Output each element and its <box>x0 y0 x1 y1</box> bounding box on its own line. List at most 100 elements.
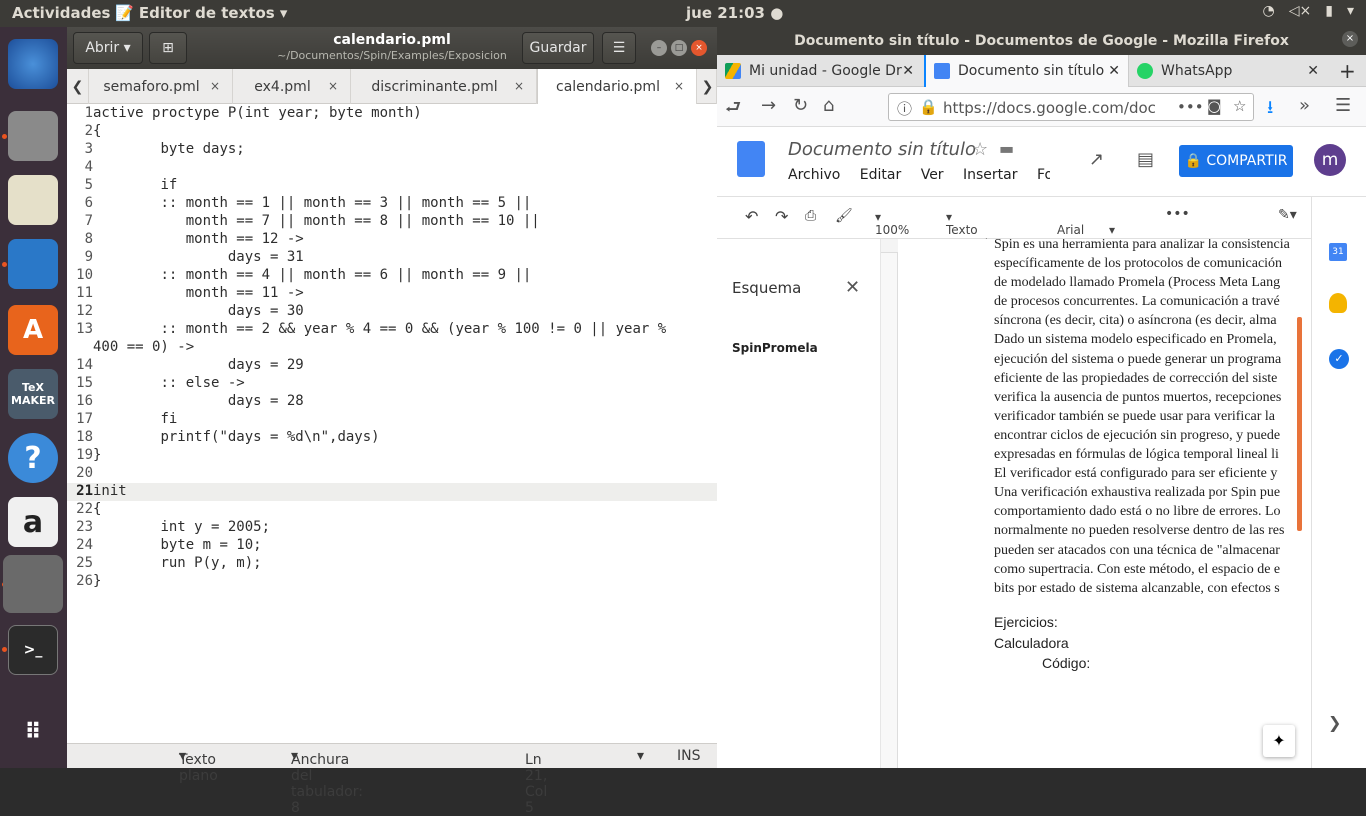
hamburger-menu-icon[interactable]: ☰ <box>602 32 636 64</box>
tab-calendario[interactable]: calendario.pml × <box>537 69 697 104</box>
menu-formato[interactable]: Formato <box>1037 167 1050 183</box>
code-line[interactable]: 1 active proctype P(int year; byte month) <box>67 105 717 123</box>
tab-google-docs[interactable]: Documento sin título ✕ <box>924 55 1129 87</box>
menu-insertar[interactable]: Insertar <box>963 167 1018 183</box>
more-tools-icon[interactable]: ••• <box>1165 206 1190 222</box>
editing-mode-icon[interactable]: ✎▾ <box>1278 207 1297 223</box>
save-button[interactable]: Guardar <box>522 32 594 64</box>
close-icon[interactable]: × <box>691 40 707 56</box>
tabs-scroll-right-icon[interactable]: ❯ <box>699 69 717 104</box>
volume-icon[interactable]: ◁× <box>1289 3 1312 19</box>
tab-close-icon[interactable]: ✕ <box>1108 63 1120 79</box>
code-line[interactable]: 3 byte days; <box>67 141 717 159</box>
tab-close-icon[interactable]: × <box>328 79 338 93</box>
code-line[interactable]: 11 month == 11 -> <box>67 285 717 303</box>
undo-icon[interactable]: ↶ <box>745 207 758 226</box>
explore-icon[interactable]: ✦ <box>1263 725 1295 757</box>
activity-icon[interactable]: ↗ <box>1089 149 1104 170</box>
back-icon[interactable]: ⮐ <box>725 95 741 125</box>
paint-format-icon[interactable]: 🖌 <box>835 208 853 224</box>
heading-ejercicios[interactable]: Ejercicios: <box>994 614 1058 630</box>
cursor-menu-icon[interactable]: ▾ <box>637 748 644 764</box>
code-line[interactable]: 23 int y = 2005; <box>67 519 717 537</box>
rhythmbox-icon[interactable] <box>8 175 58 225</box>
gedit-icon[interactable] <box>3 555 63 613</box>
code-line[interactable]: 25 run P(y, m); <box>67 555 717 573</box>
code-line[interactable]: 400 == 0) -> <box>67 339 717 357</box>
apps-grid-icon[interactable]: ⠿ <box>8 707 58 757</box>
calendar-icon[interactable]: 31 <box>1329 243 1347 261</box>
reload-icon[interactable]: ↻ <box>793 95 808 116</box>
files-icon[interactable] <box>8 111 58 161</box>
document-page[interactable]: Spin es una herramienta para analizar la… <box>898 239 1298 768</box>
code-line[interactable]: 21 init <box>67 483 717 501</box>
code-line[interactable]: 12 days = 30 <box>67 303 717 321</box>
info-icon[interactable]: ⓘ <box>897 98 912 119</box>
tab-close-icon[interactable]: × <box>674 79 684 93</box>
close-outline-icon[interactable]: ✕ <box>845 277 860 298</box>
folder-icon[interactable]: ▬ <box>999 139 1014 158</box>
share-button[interactable]: 🔒 COMPARTIR <box>1179 145 1293 177</box>
maximize-icon[interactable]: □ <box>671 40 687 56</box>
tasks-icon[interactable]: ✓ <box>1329 349 1349 369</box>
page-scrollbar[interactable] <box>1297 317 1302 531</box>
wifi-icon[interactable]: ◔ <box>1263 3 1275 19</box>
code-line[interactable]: 16 days = 28 <box>67 393 717 411</box>
settings-menu-icon[interactable]: ▾ <box>1347 3 1354 19</box>
star-icon[interactable]: ☆ <box>972 139 988 160</box>
print-icon[interactable]: ⎙ <box>805 208 816 224</box>
page-actions-icon[interactable]: ••• <box>1177 98 1204 116</box>
tab-close-icon[interactable]: ✕ <box>902 63 914 79</box>
close-icon[interactable]: × <box>1342 31 1358 47</box>
code-line[interactable]: 17 fi <box>67 411 717 429</box>
code-line[interactable]: 19} <box>67 447 717 465</box>
url-bar[interactable]: ⓘ 🔒 https://docs.google.com/doc ••• ◙ ☆ <box>888 93 1254 121</box>
style-select[interactable]: Texto normal ▾ <box>946 210 988 251</box>
heading-codigo[interactable]: Código: <box>1042 655 1090 671</box>
writer-icon[interactable] <box>8 239 58 289</box>
open-button[interactable]: Abrir ▾ <box>73 32 143 64</box>
code-line[interactable]: 14 days = 29 <box>67 357 717 375</box>
system-tray[interactable]: ◔ ◁× ▮ ▾ <box>1263 3 1354 19</box>
menu-archivo[interactable]: Archivo <box>788 167 840 183</box>
thunderbird-icon[interactable] <box>8 39 58 89</box>
code-line[interactable]: 22{ <box>67 501 717 519</box>
tab-whatsapp[interactable]: WhatsApp ✕ <box>1129 55 1327 87</box>
collapse-panel-icon[interactable]: ❯ <box>1328 713 1341 732</box>
code-line[interactable]: 5 if <box>67 177 717 195</box>
code-line[interactable]: 9 days = 31 <box>67 249 717 267</box>
pocket-icon[interactable]: ◙ <box>1207 97 1222 115</box>
minimize-icon[interactable]: – <box>651 40 667 56</box>
software-icon[interactable]: A <box>8 305 58 355</box>
tab-close-icon[interactable]: × <box>210 79 220 93</box>
code-line[interactable]: 2{ <box>67 123 717 141</box>
code-line[interactable]: 18 printf("days = %d\n",days) <box>67 429 717 447</box>
tab-width-selector[interactable]: Anchura del tabulador: 8 ▾ <box>291 748 363 816</box>
bookmark-star-icon[interactable]: ☆ <box>1233 97 1246 115</box>
code-line[interactable]: 10 :: month == 4 || month == 6 || month … <box>67 267 717 285</box>
new-tab-icon[interactable]: ⊞ <box>149 32 187 64</box>
tab-close-icon[interactable]: ✕ <box>1307 63 1319 79</box>
menu-icon[interactable]: ☰ <box>1335 95 1351 116</box>
insert-mode[interactable]: INS <box>677 748 701 764</box>
language-selector[interactable]: Texto plano ▾ <box>179 748 218 784</box>
texmaker-icon[interactable]: TeX MAKER <box>8 369 58 419</box>
code-line[interactable]: 15 :: else -> <box>67 375 717 393</box>
docs-logo-icon[interactable] <box>737 141 765 177</box>
code-line[interactable]: 8 month == 12 -> <box>67 231 717 249</box>
code-line[interactable]: 13 :: month == 2 && year % 4 == 0 && (ye… <box>67 321 717 339</box>
terminal-icon[interactable]: >_ <box>8 625 58 675</box>
menu-editar[interactable]: Editar <box>860 167 901 183</box>
code-line[interactable]: 20 <box>67 465 717 483</box>
tab-google-drive[interactable]: Mi unidad - Google Dr ✕ <box>717 55 922 87</box>
help-icon[interactable]: ? <box>8 433 58 483</box>
menu-ver[interactable]: Ver <box>921 167 944 183</box>
avatar[interactable]: m <box>1314 144 1346 176</box>
tab-semaforo[interactable]: semaforo.pml × <box>89 69 233 104</box>
zoom-select[interactable]: 100% ▾ <box>875 210 909 237</box>
code-line[interactable]: 26} <box>67 573 717 591</box>
tab-close-icon[interactable]: × <box>514 79 524 93</box>
home-icon[interactable]: ⌂ <box>823 95 834 116</box>
redo-icon[interactable]: ↷ <box>775 207 788 226</box>
code-editor[interactable]: 1 active proctype P(int year; byte month)… <box>67 105 717 743</box>
